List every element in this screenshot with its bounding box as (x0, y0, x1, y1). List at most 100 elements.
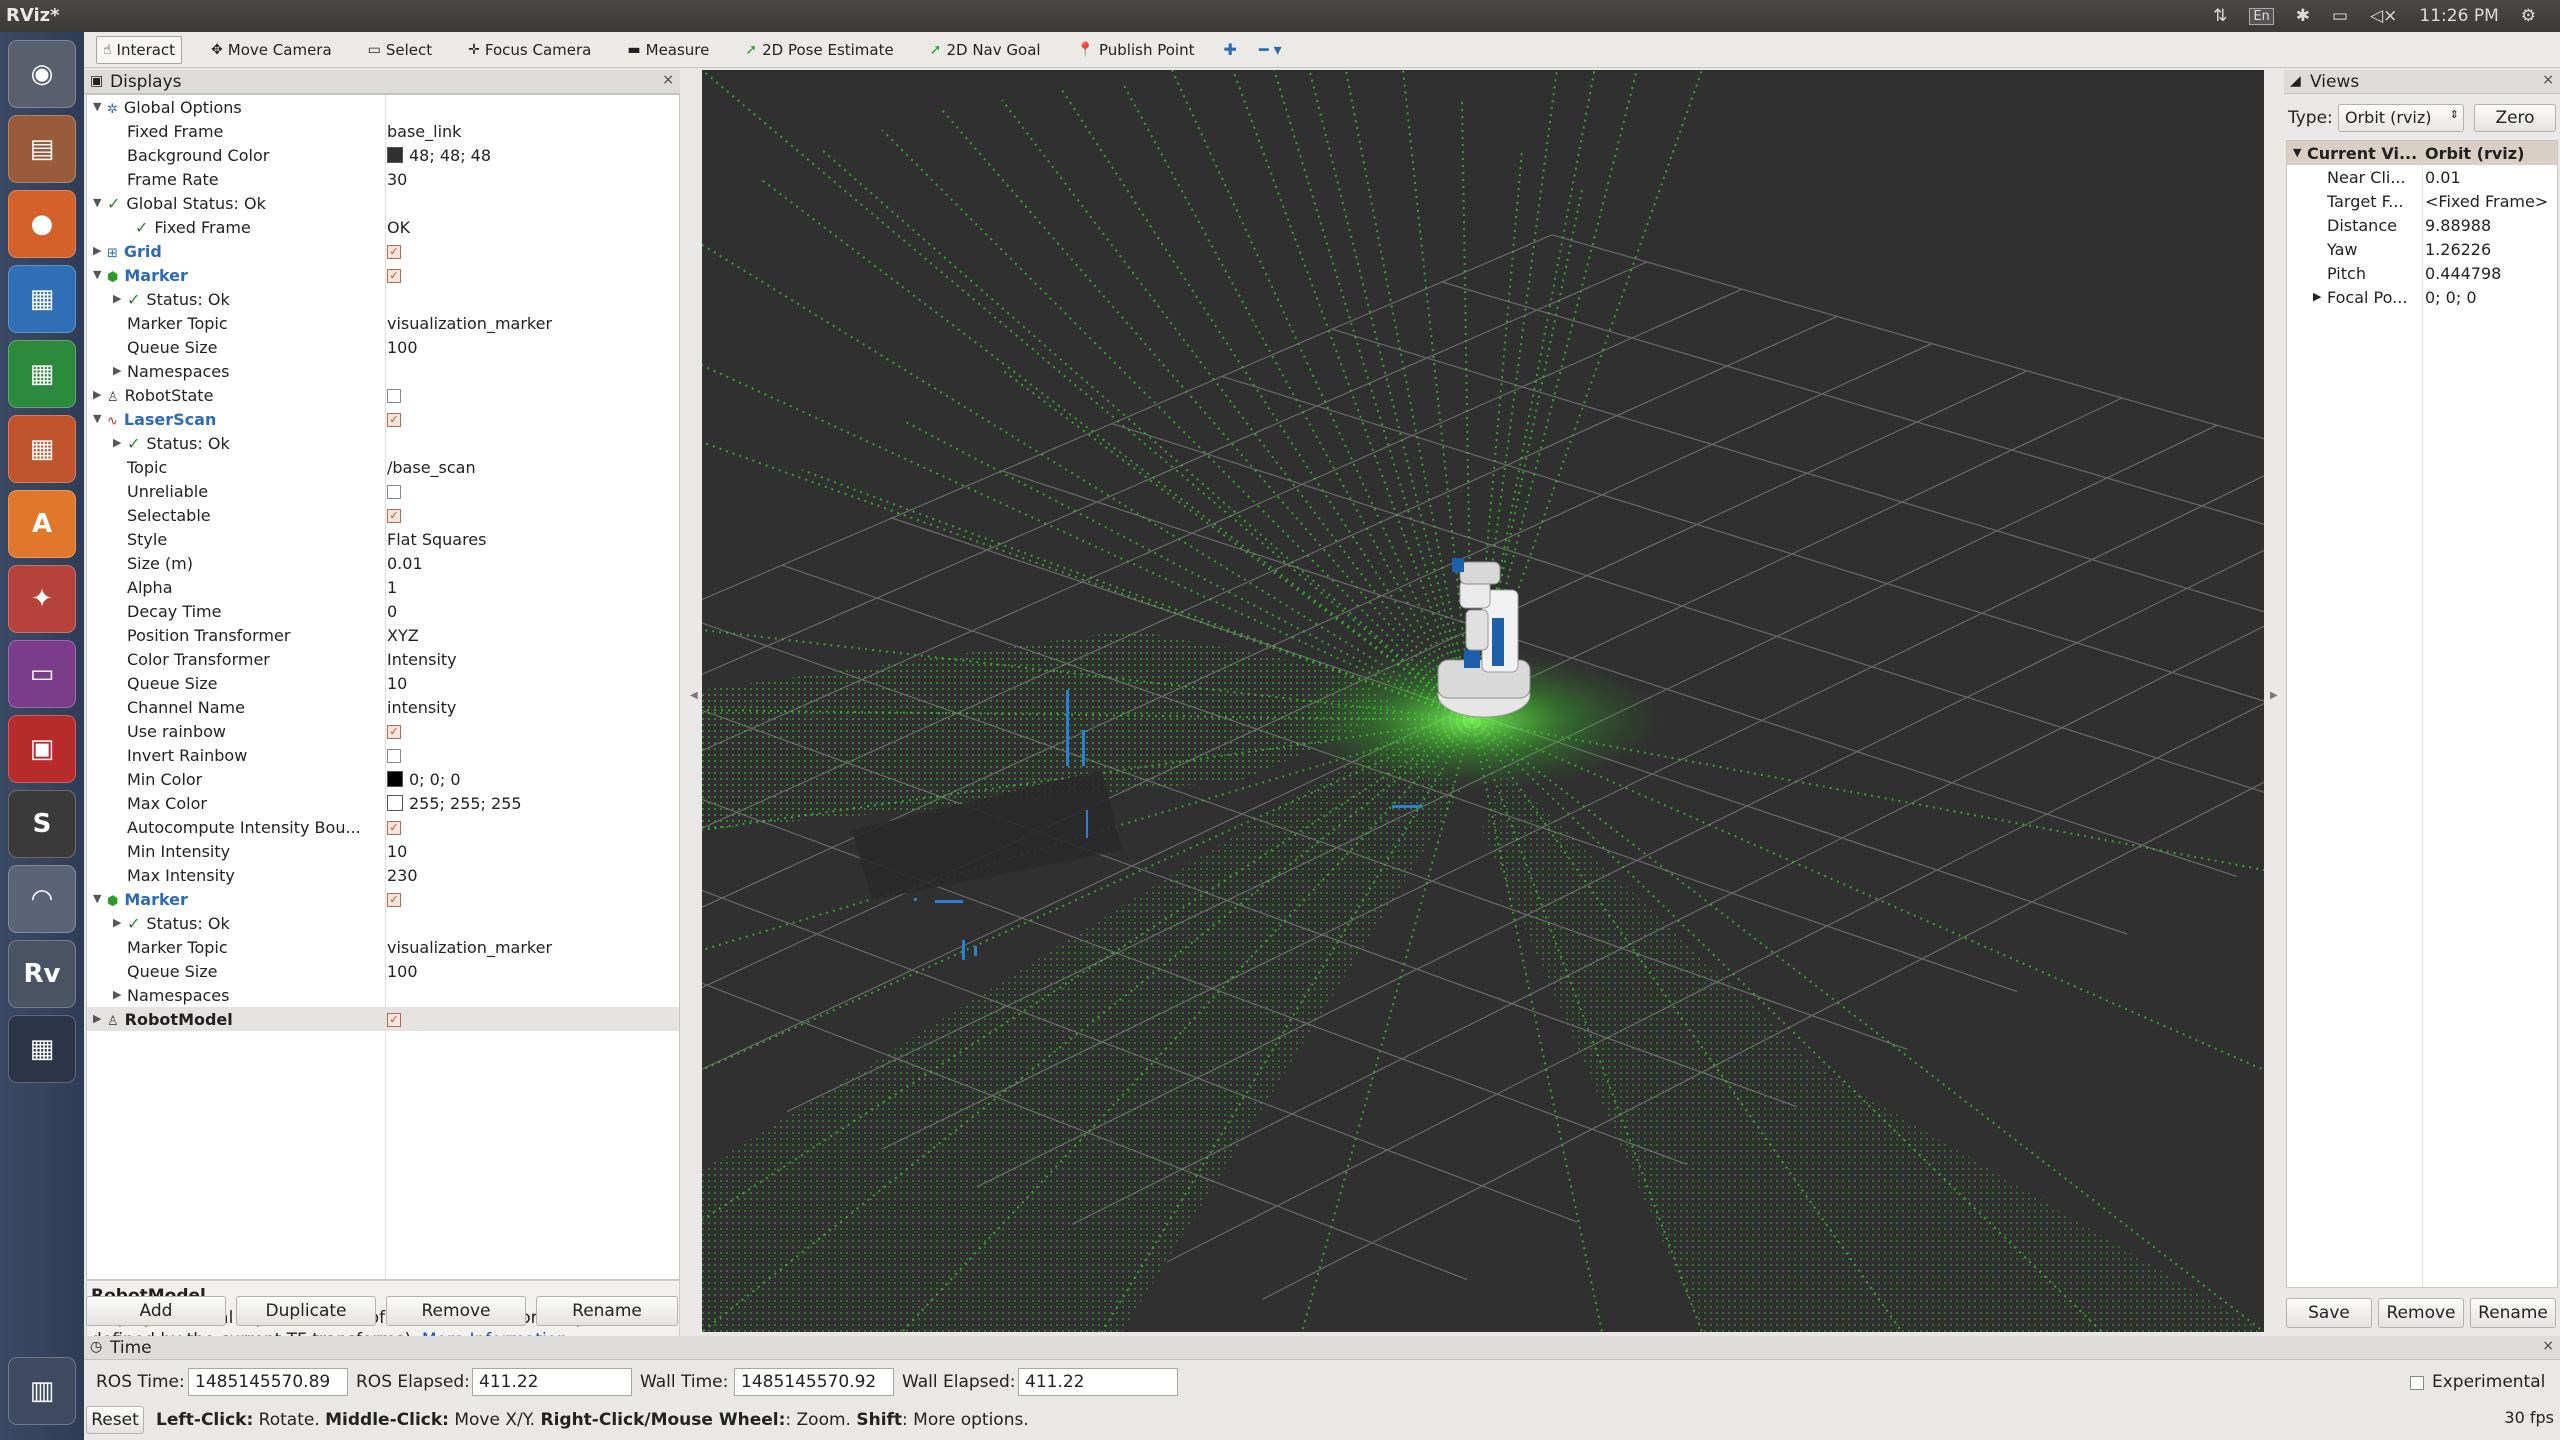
display-row-value[interactable]: /base_scan (387, 458, 476, 477)
display-row-value[interactable]: intensity (387, 698, 456, 717)
display-row-value[interactable]: Intensity (387, 650, 457, 669)
expand-down-icon[interactable]: ▼ (93, 412, 101, 425)
display-row-value[interactable]: Flat Squares (387, 530, 486, 549)
expand-right-icon[interactable]: ▶ (113, 436, 121, 449)
display-row[interactable]: Queue Size 10 (87, 671, 679, 695)
display-row-value[interactable] (387, 482, 401, 501)
view-property-row[interactable]: ▶ Focal Po... 0; 0; 0 (2287, 285, 2557, 309)
display-row[interactable]: ▶ ✓ Status: Ok (87, 431, 679, 455)
display-row-value[interactable]: XYZ (387, 626, 419, 645)
display-row[interactable]: Decay Time 0 (87, 599, 679, 623)
color-swatch[interactable] (387, 770, 403, 787)
firefox-icon[interactable]: ● (8, 190, 76, 258)
display-row[interactable]: Color Transformer Intensity (87, 647, 679, 671)
display-checkbox[interactable]: ✓ (387, 892, 401, 907)
expand-down-icon[interactable]: ▼ (93, 196, 101, 209)
display-row-value[interactable]: ✓ (387, 410, 401, 429)
impress-icon[interactable]: ▦ (8, 415, 76, 483)
rename-button[interactable]: Rename (536, 1296, 678, 1326)
power-gear-icon[interactable]: ⚙ (2521, 6, 2536, 26)
expand-right-icon[interactable]: ▶ (2313, 290, 2321, 303)
workspace-icon[interactable]: ▦ (8, 1015, 76, 1083)
display-checkbox[interactable] (387, 388, 401, 403)
display-row-value[interactable]: ✓ (387, 266, 401, 285)
display-row-value[interactable] (387, 386, 401, 405)
color-swatch[interactable] (387, 146, 403, 163)
views-save-button[interactable]: Save (2286, 1298, 2372, 1328)
color-swatch[interactable] (387, 794, 403, 811)
move-camera-tool[interactable]: ✥ Move Camera (204, 36, 339, 64)
close-icon[interactable]: × (2542, 72, 2554, 88)
expand-down-icon[interactable]: ▼ (2293, 146, 2301, 159)
expand-down-icon[interactable]: ▼ (93, 268, 101, 281)
close-icon[interactable]: × (662, 72, 674, 88)
display-row-value[interactable]: 230 (387, 866, 418, 885)
expand-right-icon[interactable]: ▶ (93, 244, 101, 257)
display-row[interactable]: Marker Topic visualization_marker (87, 935, 679, 959)
expand-right-icon[interactable]: ▶ (93, 1012, 101, 1025)
settings-icon[interactable]: ✦ (8, 565, 76, 633)
views-tree[interactable]: ▼ Current Vi... Orbit (rviz) Near Cli... 0.0… (2286, 140, 2558, 1288)
display-row[interactable]: Use rainbow ✓ (87, 719, 679, 743)
dash-icon[interactable]: ◉ (8, 40, 76, 108)
close-icon[interactable]: × (2542, 1338, 2554, 1354)
display-row[interactable]: ▶ ✓ Status: Ok (87, 911, 679, 935)
display-row[interactable]: Queue Size 100 (87, 335, 679, 359)
expand-right-icon[interactable]: ▶ (113, 292, 121, 305)
minus-dropdown-icon[interactable]: ━ ▾ (1259, 40, 1282, 59)
network-arrows-icon[interactable]: ⇅ (2213, 6, 2227, 26)
display-row[interactable]: ▼ ∿ LaserScan ✓ (87, 407, 679, 431)
pose-estimate-tool[interactable]: ➚ 2D Pose Estimate (738, 36, 900, 64)
display-row-value[interactable]: 0.01 (387, 554, 423, 573)
view-property-row[interactable]: Distance 9.88988 (2287, 213, 2557, 237)
interact-tool[interactable]: ☝ Interact (96, 35, 183, 64)
wifi-icon[interactable]: ◠ (8, 865, 76, 933)
current-view-row[interactable]: ▼ Current Vi... Orbit (rviz) (2287, 141, 2557, 165)
display-row-value[interactable]: ✓ (387, 242, 401, 261)
display-row[interactable]: ▼ ✲ Global Options (87, 95, 679, 119)
expand-right-icon[interactable]: ▶ (93, 388, 101, 401)
battery-icon[interactable]: ▭ (2332, 6, 2348, 26)
ros-time-field[interactable]: 1485145570.89 (188, 1368, 348, 1396)
software-center-icon[interactable]: A (8, 490, 76, 558)
display-row-value[interactable]: ✓ (387, 722, 401, 741)
left-splitter-handle[interactable]: ◀ (690, 690, 700, 701)
scene-svg[interactable] (702, 70, 2264, 1332)
view-property-row[interactable]: Yaw 1.26226 (2287, 237, 2557, 261)
expand-right-icon[interactable]: ▶ (113, 916, 121, 929)
view-type-select[interactable]: Orbit (rviz) ⇕ (2338, 104, 2464, 132)
display-checkbox[interactable]: ✓ (387, 724, 401, 739)
display-checkbox[interactable] (387, 748, 401, 763)
clock[interactable]: 11:26 PM (2419, 6, 2498, 26)
display-checkbox[interactable]: ✓ (387, 820, 401, 835)
display-row[interactable]: Selectable ✓ (87, 503, 679, 527)
display-row[interactable]: ✓ Fixed Frame OK (87, 215, 679, 239)
display-checkbox[interactable]: ✓ (387, 412, 401, 427)
views-remove-button[interactable]: Remove (2378, 1298, 2464, 1328)
display-row[interactable]: Invert Rainbow (87, 743, 679, 767)
expand-down-icon[interactable]: ▼ (93, 892, 101, 905)
writer-icon[interactable]: ▦ (8, 265, 76, 333)
trash-icon[interactable]: ▥ (8, 1357, 76, 1425)
display-row-value[interactable]: 0; 0; 0 (387, 770, 461, 789)
display-row[interactable]: Position Transformer XYZ (87, 623, 679, 647)
display-row[interactable]: Queue Size 100 (87, 959, 679, 983)
display-row-value[interactable]: 48; 48; 48 (387, 146, 491, 165)
display-row[interactable]: Min Intensity 10 (87, 839, 679, 863)
display-row[interactable]: Topic/base_scan (87, 455, 679, 479)
display-row-value[interactable]: 100 (387, 962, 418, 981)
display-row[interactable]: Min Color 0; 0; 0 (87, 767, 679, 791)
display-row-value[interactable]: base_link (387, 122, 461, 141)
display-row-value[interactable]: visualization_marker (387, 314, 552, 333)
expand-down-icon[interactable]: ▼ (93, 100, 101, 113)
display-row-value[interactable]: 255; 255; 255 (387, 794, 522, 813)
expand-right-icon[interactable]: ▶ (113, 988, 121, 1001)
display-row-value[interactable]: ✓ (387, 1010, 401, 1029)
display-row[interactable]: Background Color 48; 48; 48 (87, 143, 679, 167)
display-row[interactable]: ▶ Namespaces (87, 359, 679, 383)
display-row[interactable]: ▶ ✓ Status: Ok (87, 287, 679, 311)
right-splitter-handle[interactable]: ▶ (2270, 690, 2280, 701)
display-row-value[interactable]: 0 (387, 602, 397, 621)
display-row-value[interactable]: 10 (387, 842, 407, 861)
display-row-value[interactable]: 1 (387, 578, 397, 597)
